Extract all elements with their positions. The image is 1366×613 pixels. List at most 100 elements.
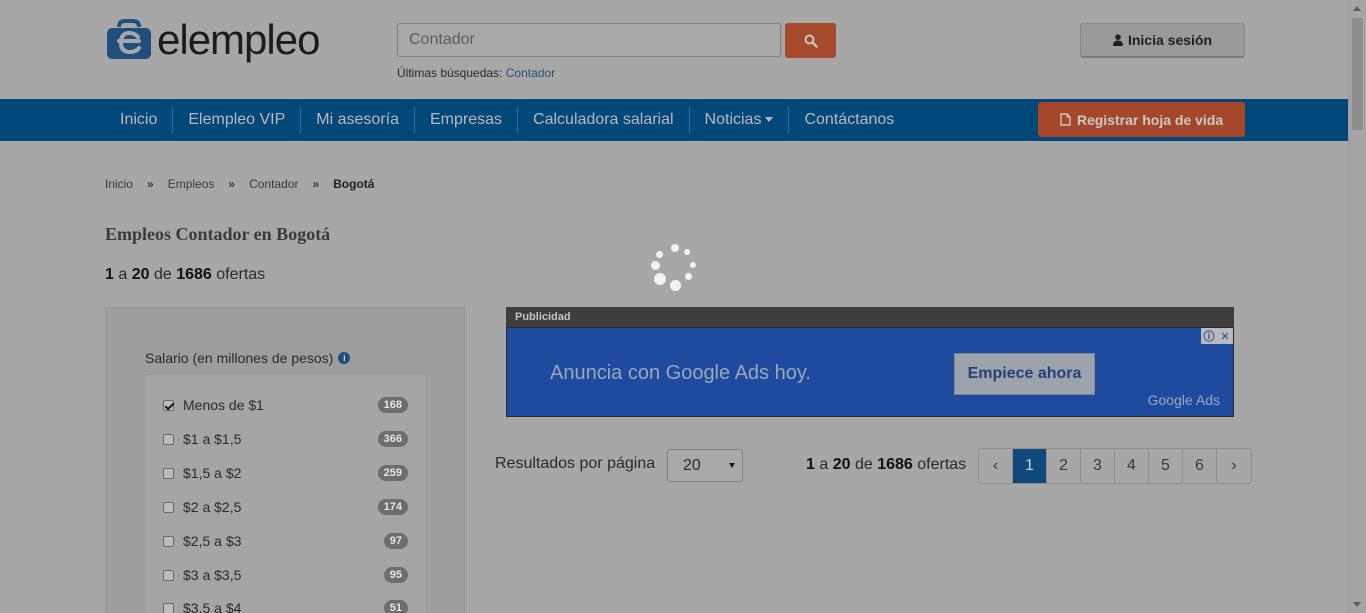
scrollbar-thumb[interactable]	[1352, 18, 1363, 130]
salary-option-label: $1,5 a $2	[183, 465, 242, 481]
count-badge: 168	[377, 397, 408, 413]
results-word-ofertas: ofertas	[917, 456, 967, 473]
per-page-label: Resultados por página	[495, 455, 656, 472]
checkbox[interactable]	[163, 535, 174, 547]
scroll-down-icon[interactable]	[1353, 602, 1361, 607]
salary-option-label: $2 a $2,5	[183, 499, 242, 515]
page-title: Empleos Contador en Bogotá	[105, 224, 331, 244]
register-cv-button[interactable]: Registrar hoja de vida	[1038, 102, 1245, 137]
ad-text: Anuncia con Google Ads hoy.	[550, 362, 811, 384]
breadcrumb-item-empleos[interactable]: Empleos	[168, 177, 215, 191]
search-button[interactable]	[785, 23, 836, 58]
salary-option[interactable]: $3,5 a $4 51	[163, 598, 408, 613]
login-label: Inicia sesión	[1127, 32, 1213, 48]
nav-item-contactanos[interactable]: Contáctanos	[789, 107, 909, 133]
breadcrumb: Inicio » Empleos » Contador » Bogotá	[105, 177, 374, 191]
salary-filter-panel: Salario (en millones de pesos) i Menos d…	[105, 307, 465, 613]
search-input[interactable]	[397, 23, 781, 57]
checkbox[interactable]	[163, 433, 174, 445]
site-logo[interactable]: elempleo	[105, 16, 320, 63]
results-total: 1686	[176, 266, 212, 283]
breadcrumb-separator: »	[147, 177, 154, 191]
recent-searches-label: Últimas búsquedas:	[397, 66, 503, 80]
checkbox[interactable]	[163, 569, 174, 581]
ad-banner[interactable]: ⓘ ✕ Anuncia con Google Ads hoy. Empiece …	[506, 327, 1234, 417]
nav-item-elempleo-vip[interactable]: Elempleo VIP	[173, 107, 302, 133]
info-icon[interactable]: i	[338, 352, 351, 364]
recent-search-link[interactable]: Contador	[506, 66, 555, 80]
breadcrumb-separator: »	[228, 177, 236, 191]
salary-option-label: Menos de $1	[183, 397, 264, 413]
nav-item-calculadora-salarial[interactable]: Calculadora salarial	[518, 107, 690, 133]
nav-menu: Inicio Elempleo VIP Mi asesoría Empresas…	[105, 99, 909, 141]
salary-filter-title-text: Salario (en millones de pesos)	[145, 350, 334, 366]
count-badge: 366	[377, 431, 408, 447]
checkbox[interactable]	[163, 602, 174, 613]
results-word-ofertas: ofertas	[216, 266, 266, 283]
pagination-page-2[interactable]: 2	[1047, 449, 1081, 483]
salary-option[interactable]: $1 a $1,5 366	[163, 429, 408, 449]
ad-brand: Google Ads	[1147, 392, 1220, 408]
salary-option[interactable]: $2 a $2,5 174	[163, 497, 408, 517]
results-count-secondary: 1 a 20 de 1686 ofertas	[806, 456, 966, 474]
login-button[interactable]: Inicia sesión	[1080, 23, 1245, 58]
results-word-a: a	[118, 266, 128, 283]
document-icon	[1060, 113, 1071, 126]
results-to: 20	[131, 266, 150, 283]
pagination-page-3[interactable]: 3	[1081, 449, 1115, 483]
nav-item-noticias[interactable]: Noticias	[690, 107, 790, 133]
breadcrumb-item-contador[interactable]: Contador	[249, 177, 298, 191]
nav-item-mi-asesoria[interactable]: Mi asesoría	[301, 107, 415, 133]
pagination-prev-icon[interactable]: ‹	[979, 449, 1013, 483]
pagination-page-4[interactable]: 4	[1115, 449, 1149, 483]
nav-item-noticias-label: Noticias	[704, 111, 762, 128]
main-navbar: Inicio Elempleo VIP Mi asesoría Empresas…	[0, 99, 1348, 141]
ad-close-icon[interactable]: ✕	[1217, 328, 1233, 344]
page-scrollbar[interactable]	[1348, 0, 1366, 613]
checkbox-checked[interactable]	[163, 399, 174, 411]
logo-text: elempleo	[157, 16, 320, 63]
ad-controls: ⓘ ✕	[1201, 328, 1233, 344]
scroll-up-icon[interactable]	[1353, 6, 1361, 11]
salary-option[interactable]: $2,5 a $3 97	[163, 531, 408, 551]
pagination-page-5[interactable]: 5	[1149, 449, 1183, 483]
results-count: 1 a 20 de 1686 ofertas	[105, 266, 265, 284]
loading-spinner-icon	[650, 243, 700, 293]
breadcrumb-separator: »	[312, 177, 320, 191]
salary-option-label: $3 a $3,5	[183, 567, 242, 583]
salary-option[interactable]: $1,5 a $2 259	[163, 463, 408, 483]
salary-filter-list: Menos de $1 168 $1 a $1,5 366 $1,5 a $2 …	[145, 375, 426, 613]
pagination-page-1[interactable]: 1	[1013, 449, 1047, 483]
nav-item-inicio[interactable]: Inicio	[105, 107, 174, 133]
salary-option-label: $2,5 a $3	[183, 533, 242, 549]
results-to: 20	[832, 456, 851, 473]
pagination: ‹ 1 2 3 4 5 6 ›	[978, 448, 1252, 484]
ad-header: Publicidad	[506, 307, 1234, 327]
pagination-page-6[interactable]: 6	[1183, 449, 1217, 483]
briefcase-logo-icon	[105, 19, 153, 61]
ad-info-icon[interactable]: ⓘ	[1201, 328, 1217, 344]
salary-option[interactable]: $3 a $3,5 95	[163, 565, 408, 585]
count-badge: 97	[383, 533, 408, 549]
count-badge: 95	[383, 567, 408, 583]
count-badge: 51	[383, 600, 408, 613]
count-badge: 174	[377, 499, 408, 515]
breadcrumb-item-inicio[interactable]: Inicio	[105, 177, 133, 191]
results-from: 1	[806, 456, 815, 473]
pagination-next-icon[interactable]: ›	[1217, 449, 1251, 483]
user-icon	[1112, 34, 1123, 46]
nav-item-empresas[interactable]: Empresas	[415, 107, 519, 133]
register-cv-label: Registrar hoja de vida	[1076, 111, 1224, 128]
dropdown-arrow-icon	[729, 463, 735, 468]
checkbox[interactable]	[163, 467, 174, 479]
results-word-a: a	[819, 456, 829, 473]
checkbox[interactable]	[163, 501, 174, 513]
ad-cta-button[interactable]: Empiece ahora	[954, 353, 1095, 395]
search-icon	[804, 34, 818, 48]
per-page-value: 20	[683, 457, 701, 474]
salary-option-label: $3,5 a $4	[183, 600, 242, 613]
per-page-select[interactable]: 20	[667, 449, 743, 482]
results-word-de: de	[854, 456, 873, 473]
salary-option[interactable]: Menos de $1 168	[163, 395, 408, 415]
recent-searches: Últimas búsquedas: Contador	[397, 66, 555, 80]
